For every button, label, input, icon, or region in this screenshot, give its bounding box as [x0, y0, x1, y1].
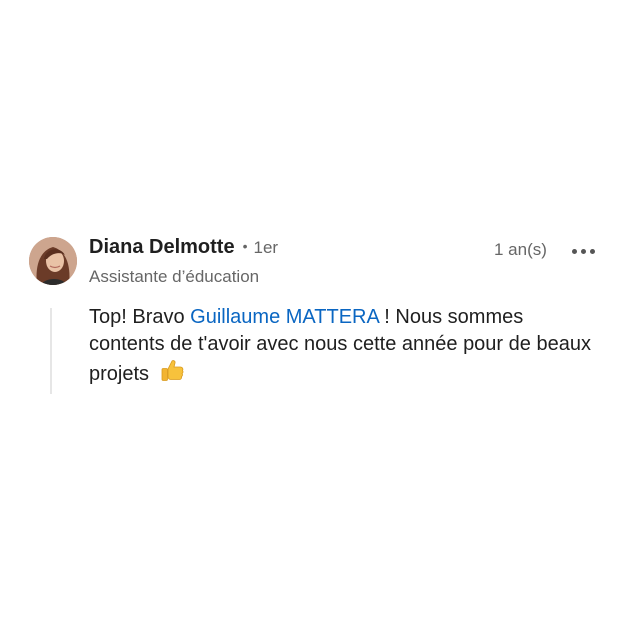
more-horizontal-icon	[571, 248, 577, 254]
author-name[interactable]: Diana Delmotte	[89, 236, 235, 259]
degree-separator: •	[242, 238, 248, 254]
thread-line	[50, 308, 52, 394]
more-horizontal-icon	[589, 248, 595, 254]
thumbs-up-icon	[159, 358, 185, 392]
mention-link[interactable]: Guillaume MATTERA	[190, 306, 379, 328]
avatar[interactable]	[29, 237, 77, 285]
more-options-button[interactable]	[568, 240, 598, 262]
comment-text-start: Top! Bravo	[89, 306, 191, 328]
comment-text: Top! Bravo Guillaume MATTERA ! Nous somm…	[89, 304, 599, 392]
comment-item: Diana Delmotte • 1er 1 an(s) Assistante …	[0, 0, 625, 625]
comment-timestamp: 1 an(s)	[494, 240, 547, 259]
author-headline: Assistante d’éducation	[89, 267, 260, 286]
connection-degree: 1er	[253, 238, 279, 257]
more-horizontal-icon	[580, 248, 586, 254]
avatar-photo	[29, 237, 77, 285]
comment-header: Diana Delmotte • 1er	[89, 236, 278, 266]
